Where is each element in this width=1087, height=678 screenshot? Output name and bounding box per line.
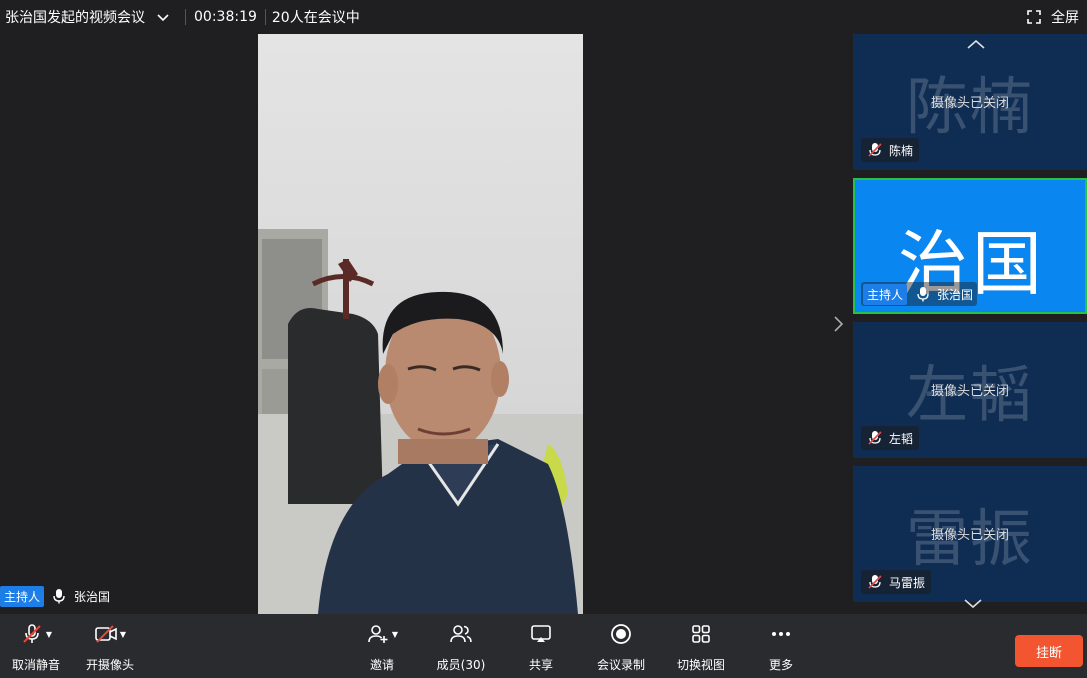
speaker-name: 张治国 xyxy=(74,589,111,604)
record-icon xyxy=(611,624,631,644)
record-label: 会议录制 xyxy=(596,658,645,672)
divider xyxy=(185,9,186,25)
caret-down-icon[interactable]: ▼ xyxy=(120,630,126,639)
hangup-button[interactable]: 挂断 xyxy=(1015,635,1083,667)
caret-down-icon[interactable]: ▼ xyxy=(46,630,52,639)
bottom-toolbar: ▼ 取消静音 ▼ 开摄像头 ▼ 邀请 成员(30) 共享 会议录制 切换视图 更… xyxy=(0,614,1087,678)
add-user-icon xyxy=(368,625,388,643)
fullscreen-label: 全屏 xyxy=(1051,10,1079,26)
share-screen-icon xyxy=(531,625,551,642)
participant-tile[interactable]: 雷振 摄像头已关闭 马雷振 xyxy=(853,466,1087,602)
participant-label: 马雷振 xyxy=(861,570,932,594)
switch-view-label: 切换视图 xyxy=(676,658,725,672)
host-badge: 主持人 xyxy=(863,283,908,305)
participant-label: 陈楠 xyxy=(861,138,920,162)
microphone-icon xyxy=(53,589,65,604)
top-bar: 张治国发起的视频会议 00:38:19 20人在会议中 全屏 xyxy=(0,0,1087,34)
unmute-button[interactable]: ▼ 取消静音 xyxy=(6,614,66,678)
members-icon xyxy=(450,625,472,643)
participant-tile-active[interactable]: 治国 主持人 张治国 xyxy=(853,178,1087,314)
participant-name: 马雷振 xyxy=(889,575,926,590)
camera-status: 摄像头已关闭 xyxy=(930,528,1009,543)
fullscreen-icon xyxy=(1027,10,1041,24)
participant-label: 左韬 xyxy=(861,426,920,450)
divider xyxy=(264,9,266,25)
invite-label: 邀请 xyxy=(369,658,394,672)
chevron-right-icon[interactable] xyxy=(832,314,844,334)
main-video-feed[interactable] xyxy=(258,34,583,614)
record-button[interactable]: 会议录制 xyxy=(594,614,648,678)
video-frame-image xyxy=(258,34,583,614)
meeting-timer: 00:38:19 xyxy=(194,9,257,25)
meeting-title: 张治国发起的视频会议 xyxy=(5,10,145,26)
members-button[interactable]: 成员(30) xyxy=(433,614,489,678)
fullscreen-button[interactable]: 全屏 xyxy=(1027,0,1079,34)
members-label: 成员(30) xyxy=(436,658,486,672)
chevron-down-icon[interactable] xyxy=(963,598,983,610)
share-button[interactable]: 共享 xyxy=(524,614,558,678)
mic-muted-icon xyxy=(868,143,882,157)
mic-muted-icon xyxy=(868,575,882,589)
camera-off-icon xyxy=(95,625,117,643)
mic-muted-icon xyxy=(868,431,882,445)
main-stage: 主持人 张治国 xyxy=(0,34,850,614)
mic-muted-icon xyxy=(23,624,41,643)
more-icon xyxy=(772,632,790,636)
invite-button[interactable]: ▼ 邀请 xyxy=(362,614,402,678)
caret-down-icon[interactable]: ▼ xyxy=(392,630,398,639)
participant-sidebar: 陈楠 摄像头已关闭 陈楠 治国 主持人 张治国 左韬 摄像头已关闭 左韬 雷振 … xyxy=(850,34,1087,614)
chevron-up-icon[interactable] xyxy=(966,38,986,50)
grid-view-icon xyxy=(692,625,710,643)
microphone-icon xyxy=(917,287,929,302)
chevron-down-icon xyxy=(157,14,169,22)
meeting-title-dropdown[interactable]: 张治国发起的视频会议 xyxy=(0,7,171,27)
camera-status: 摄像头已关闭 xyxy=(930,96,1009,111)
participant-count: 20人在会议中 xyxy=(271,10,360,26)
participant-name: 陈楠 xyxy=(889,143,914,158)
more-label: 更多 xyxy=(768,658,793,672)
camera-status: 摄像头已关闭 xyxy=(930,384,1009,399)
host-badge: 主持人 xyxy=(0,585,45,607)
camera-label: 开摄像头 xyxy=(85,658,134,672)
unmute-label: 取消静音 xyxy=(11,658,60,672)
share-label: 共享 xyxy=(528,658,553,672)
participant-tile[interactable]: 左韬 摄像头已关闭 左韬 xyxy=(853,322,1087,458)
participant-tile[interactable]: 陈楠 摄像头已关闭 陈楠 xyxy=(853,34,1087,170)
participant-label: 主持人 张治国 xyxy=(861,282,978,306)
participant-name: 张治国 xyxy=(937,287,974,302)
main-speaker-label: 主持人 张治国 xyxy=(0,585,110,607)
camera-button[interactable]: ▼ 开摄像头 xyxy=(84,614,136,678)
switch-view-button[interactable]: 切换视图 xyxy=(674,614,728,678)
more-button[interactable]: 更多 xyxy=(766,614,796,678)
participant-name: 左韬 xyxy=(889,431,914,446)
